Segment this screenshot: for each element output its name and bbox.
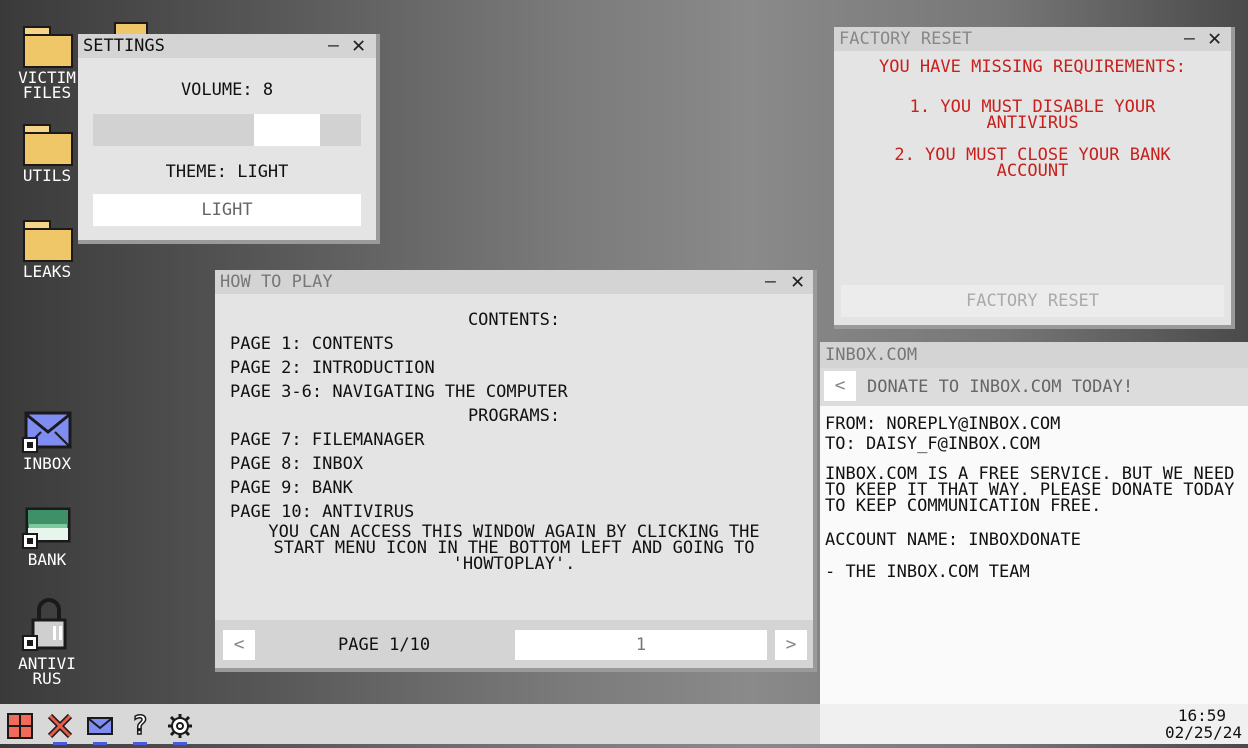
- settings-window: SETTINGS — ✕ VOLUME: 8 THEME: LIGHT LIGH…: [78, 34, 380, 244]
- desktop-icon-label: ANTIVI RUS: [18, 654, 76, 688]
- factory-reset-titlebar[interactable]: FACTORY RESET — ✕: [834, 27, 1231, 51]
- desktop-icon-label: BANK: [27, 550, 67, 569]
- volume-slider-handle[interactable]: [254, 114, 320, 146]
- pagination-bar: < PAGE 1/10 1 >: [215, 620, 813, 668]
- program-line: PAGE 7: FILEMANAGER: [230, 430, 425, 450]
- requirement-item: 2. YOU MUST CLOSE YOUR BANK ACCOUNT: [894, 145, 1171, 181]
- factory-reset-window: FACTORY RESET — ✕ YOU HAVE MISSING REQUI…: [834, 27, 1235, 329]
- close-icon[interactable]: ✕: [791, 271, 804, 293]
- window-title: INBOX.COM: [825, 345, 918, 365]
- inbox-window: INBOX.COM < DONATE TO INBOX.COM TODAY! F…: [820, 342, 1248, 704]
- desktop-icon-label: UTILS: [22, 166, 72, 185]
- desktop-icon-antivirus[interactable]: ANTIVI RUS: [12, 596, 82, 688]
- how-to-play-window: HOW TO PLAY — ✕ CONTENTS: PAGE 1: CONTEN…: [215, 270, 817, 672]
- desktop-icon-bank[interactable]: BANK: [12, 506, 82, 569]
- email-to: TO: DAISY_F@INBOX.COM: [825, 434, 1040, 454]
- folder-icon: [21, 22, 73, 68]
- mail-icon[interactable]: [86, 712, 114, 740]
- window-title: SETTINGS: [83, 36, 165, 56]
- theme-toggle-button[interactable]: LIGHT: [93, 194, 361, 226]
- email-signature: - THE INBOX.COM TEAM: [825, 562, 1030, 582]
- minimize-icon[interactable]: —: [328, 37, 339, 55]
- program-line: PAGE 8: INBOX: [230, 454, 364, 474]
- theme-label: THEME: LIGHT: [165, 162, 289, 182]
- requirement-item: 1. YOU MUST DISABLE YOUR ANTIVIRUS: [909, 97, 1156, 133]
- factory-reset-button[interactable]: FACTORY RESET: [841, 285, 1224, 317]
- contents-line: PAGE 3-6: NAVIGATING THE COMPUTER: [230, 382, 568, 402]
- desktop-icon-label: LEAKS: [22, 262, 72, 281]
- inbox-titlebar[interactable]: INBOX.COM: [820, 342, 1248, 368]
- desktop-icon-utils[interactable]: UTILS: [12, 120, 82, 185]
- programs-heading: PROGRAMS:: [467, 406, 561, 426]
- next-page-button[interactable]: >: [775, 630, 807, 660]
- bank-card-icon: [21, 506, 73, 550]
- lock-icon: [21, 596, 73, 654]
- email-body: INBOX.COM IS A FREE SERVICE. BUT WE NEED…: [825, 464, 1235, 516]
- taskbar: ?: [0, 704, 820, 745]
- window-title: HOW TO PLAY: [220, 272, 333, 292]
- folder-icon: [21, 216, 73, 262]
- volume-slider[interactable]: [93, 114, 361, 146]
- start-menu-icon[interactable]: [6, 712, 34, 740]
- program-line: PAGE 9: BANK: [230, 478, 353, 498]
- email-from: FROM: NOREPLY@INBOX.COM: [825, 414, 1061, 434]
- window-title: FACTORY RESET: [839, 29, 973, 49]
- clock-date: 02/25/24: [1164, 723, 1242, 742]
- back-button[interactable]: <: [824, 371, 856, 401]
- close-x-icon[interactable]: [46, 712, 74, 740]
- folder-icon: [21, 120, 73, 166]
- system-clock: 16:59 02/25/24: [820, 704, 1248, 744]
- volume-label: VOLUME: 8: [180, 80, 274, 100]
- desktop-icon-inbox[interactable]: INBOX: [12, 410, 82, 473]
- email-subject-bar: < DONATE TO INBOX.COM TODAY!: [820, 368, 1248, 406]
- page-indicator: PAGE 1/10: [338, 635, 431, 655]
- page-number-input[interactable]: 1: [515, 630, 767, 660]
- requirements-heading: YOU HAVE MISSING REQUIREMENTS:: [878, 57, 1187, 77]
- clock-time: 16:59: [1177, 706, 1226, 725]
- help-note: YOU CAN ACCESS THIS WINDOW AGAIN BY CLIC…: [268, 522, 760, 574]
- email-account-name: ACCOUNT NAME: INBOXDONATE: [825, 530, 1081, 550]
- help-icon[interactable]: ?: [126, 711, 154, 741]
- contents-line: PAGE 2: INTRODUCTION: [230, 358, 435, 378]
- settings-titlebar[interactable]: SETTINGS — ✕: [78, 34, 376, 58]
- contents-line: PAGE 1: CONTENTS: [230, 334, 394, 354]
- email-subject: DONATE TO INBOX.COM TODAY!: [867, 377, 1134, 397]
- desktop-icon-label: INBOX: [22, 454, 72, 473]
- close-icon[interactable]: ✕: [352, 35, 365, 57]
- prev-page-button[interactable]: <: [223, 630, 255, 660]
- minimize-icon[interactable]: —: [765, 273, 776, 291]
- mail-icon: [21, 410, 73, 454]
- settings-gear-icon[interactable]: [166, 712, 194, 740]
- desktop-icon-label: VICTIM FILES: [18, 68, 76, 102]
- close-icon[interactable]: ✕: [1208, 28, 1221, 50]
- how-to-play-titlebar[interactable]: HOW TO PLAY — ✕: [215, 270, 813, 294]
- desktop-icon-victim-files[interactable]: VICTIM FILES: [12, 22, 82, 102]
- minimize-icon[interactable]: —: [1184, 30, 1195, 48]
- desktop-icon-leaks[interactable]: LEAKS: [12, 216, 82, 281]
- program-line: PAGE 10: ANTIVIRUS: [230, 502, 415, 522]
- contents-heading: CONTENTS:: [467, 310, 561, 330]
